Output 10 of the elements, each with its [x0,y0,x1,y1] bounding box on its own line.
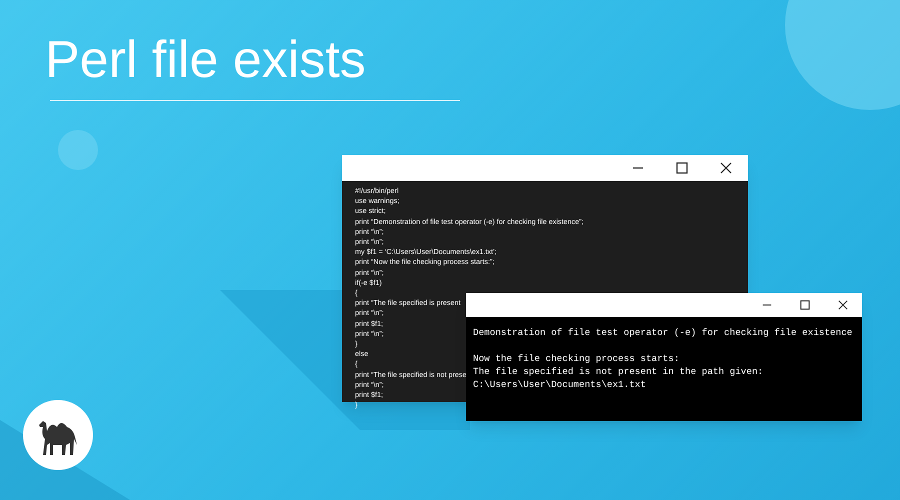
close-icon[interactable] [720,162,732,174]
console-output-line: Now the file checking process starts: [473,352,680,365]
console-output-line: Demonstration of file test operator (-e) for checking file existence [473,326,852,339]
decorative-circle [58,130,98,170]
console-output-line: The file specified is not present in the path given: [473,365,764,378]
close-icon[interactable] [838,300,848,310]
banner-title: Perl file exists [45,30,366,91]
maximize-icon[interactable] [800,300,810,310]
console-output-line: C:\Users\User\Documents\ex1.txt [473,378,646,391]
maximize-icon[interactable] [676,162,688,174]
